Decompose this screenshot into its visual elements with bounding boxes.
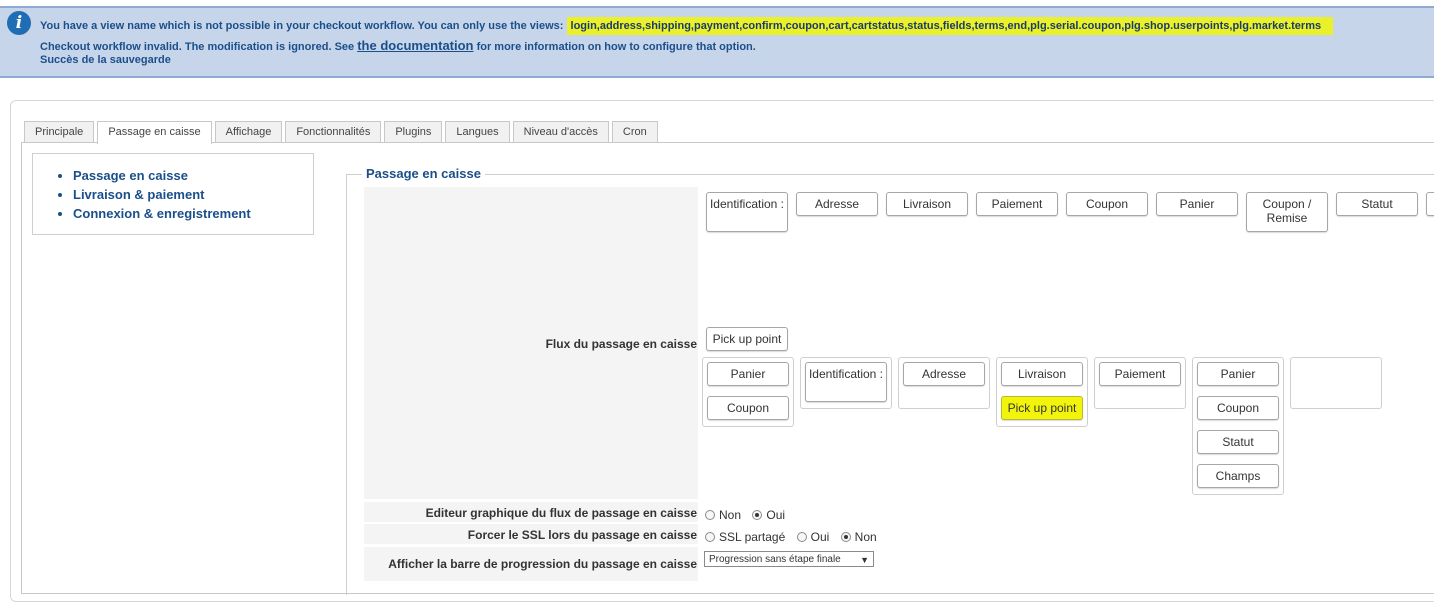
tab-fonctionnalites[interactable]: Fonctionnalités [285,121,382,142]
step6-panier-button[interactable]: Panier [1197,362,1279,386]
workflow-label: Flux du passage en caisse [545,337,697,351]
notice-views-list: login,address,shipping,payment,confirm,c… [566,17,1334,35]
step1-panier-button[interactable]: Panier [707,362,789,386]
workflow-step-empty[interactable] [1290,357,1382,409]
view-adresse-button[interactable]: Adresse [796,192,878,216]
notice-invalid-suffix: for more information on how to configure… [476,41,756,53]
step6-champs-button[interactable]: Champs [1197,464,1279,488]
step5-paiement-button[interactable]: Paiement [1099,362,1181,386]
notice-line-invalid: Checkout workflow invalid. The modificat… [40,38,756,53]
graphic-editor-oui-radio[interactable] [752,510,763,520]
info-icon: i [7,11,31,35]
tab-plugins[interactable]: Plugins [384,121,443,142]
force-ssl-shared-radio[interactable] [705,532,715,542]
force-ssl-oui-label: Oui [810,530,830,544]
section-nav: Passage en caisse Livraison & paiement C… [32,153,314,235]
progress-bar-select[interactable]: Progression sans étape finale ▼ [704,551,874,567]
step1-coupon-button[interactable]: Coupon [707,396,789,420]
nav-item-passage-en-caisse[interactable]: Passage en caisse [73,166,313,185]
force-ssl-non-radio[interactable] [840,532,851,542]
tab-cron[interactable]: Cron [611,121,658,142]
graphic-editor-non-label: Non [719,508,742,522]
step2-identification-button[interactable]: Identification : [805,362,887,402]
graphic-editor-label: Editeur graphique du flux de passage en … [425,506,697,520]
view-overflow-button[interactable] [1426,192,1434,216]
view-statut-button[interactable]: Statut [1336,192,1418,216]
force-ssl-non-label: Non [854,530,877,544]
nav-item-connexion-enregistrement[interactable]: Connexion & enregistrement [73,204,313,223]
tab-principale[interactable]: Principale [24,121,95,142]
graphic-editor-options: Non Oui [705,508,793,522]
view-coupon-remise-button[interactable]: Coupon / Remise [1246,192,1328,232]
force-ssl-shared-label: SSL partagé [719,530,786,544]
tab-langues[interactable]: Langues [445,121,510,142]
notice-invalid-prefix: Checkout workflow invalid. The modificat… [40,41,355,53]
dropdown-arrow-icon: ▼ [860,555,869,565]
graphic-editor-oui-label: Oui [766,508,786,522]
step3-adresse-button[interactable]: Adresse [903,362,985,386]
notice-save-success: Succès de la sauvegarde [40,54,171,66]
force-ssl-oui-radio[interactable] [796,532,807,542]
view-panier-button[interactable]: Panier [1156,192,1238,216]
step6-statut-button[interactable]: Statut [1197,430,1279,454]
tab-passage-en-caisse[interactable]: Passage en caisse [97,121,212,144]
view-paiement-button[interactable]: Paiement [976,192,1058,216]
step4-pick-up-point-button[interactable]: Pick up point [1001,396,1083,420]
notice-views-prefix: You have a view name which is not possib… [40,20,564,32]
step6-coupon-button[interactable]: Coupon [1197,396,1279,420]
tab-bar: Principale Passage en caisse Affichage F… [24,121,661,144]
view-identification-button[interactable]: Identification : [706,192,788,232]
progress-bar-label: Afficher la barre de progression du pass… [388,557,697,571]
notice-line-views: You have a view name which is not possib… [40,17,1334,35]
progress-bar-select-value: Progression sans étape finale [709,554,841,565]
step4-livraison-button[interactable]: Livraison [1001,362,1083,386]
documentation-link[interactable]: the documentation [357,38,473,53]
view-pick-up-point-button[interactable]: Pick up point [706,327,788,351]
tab-affichage[interactable]: Affichage [214,121,283,142]
tab-niveau-acces[interactable]: Niveau d'accès [512,121,609,142]
nav-item-livraison-paiement[interactable]: Livraison & paiement [73,185,313,204]
force-ssl-options: SSL partagé Oui Non [705,530,885,544]
graphic-editor-non-radio[interactable] [705,510,715,520]
force-ssl-label: Forcer le SSL lors du passage en caisse [467,528,697,542]
view-livraison-button[interactable]: Livraison [886,192,968,216]
view-coupon-button[interactable]: Coupon [1066,192,1148,216]
fieldset-legend: Passage en caisse [362,166,485,181]
notice-bar: i You have a view name which is not poss… [0,6,1434,78]
